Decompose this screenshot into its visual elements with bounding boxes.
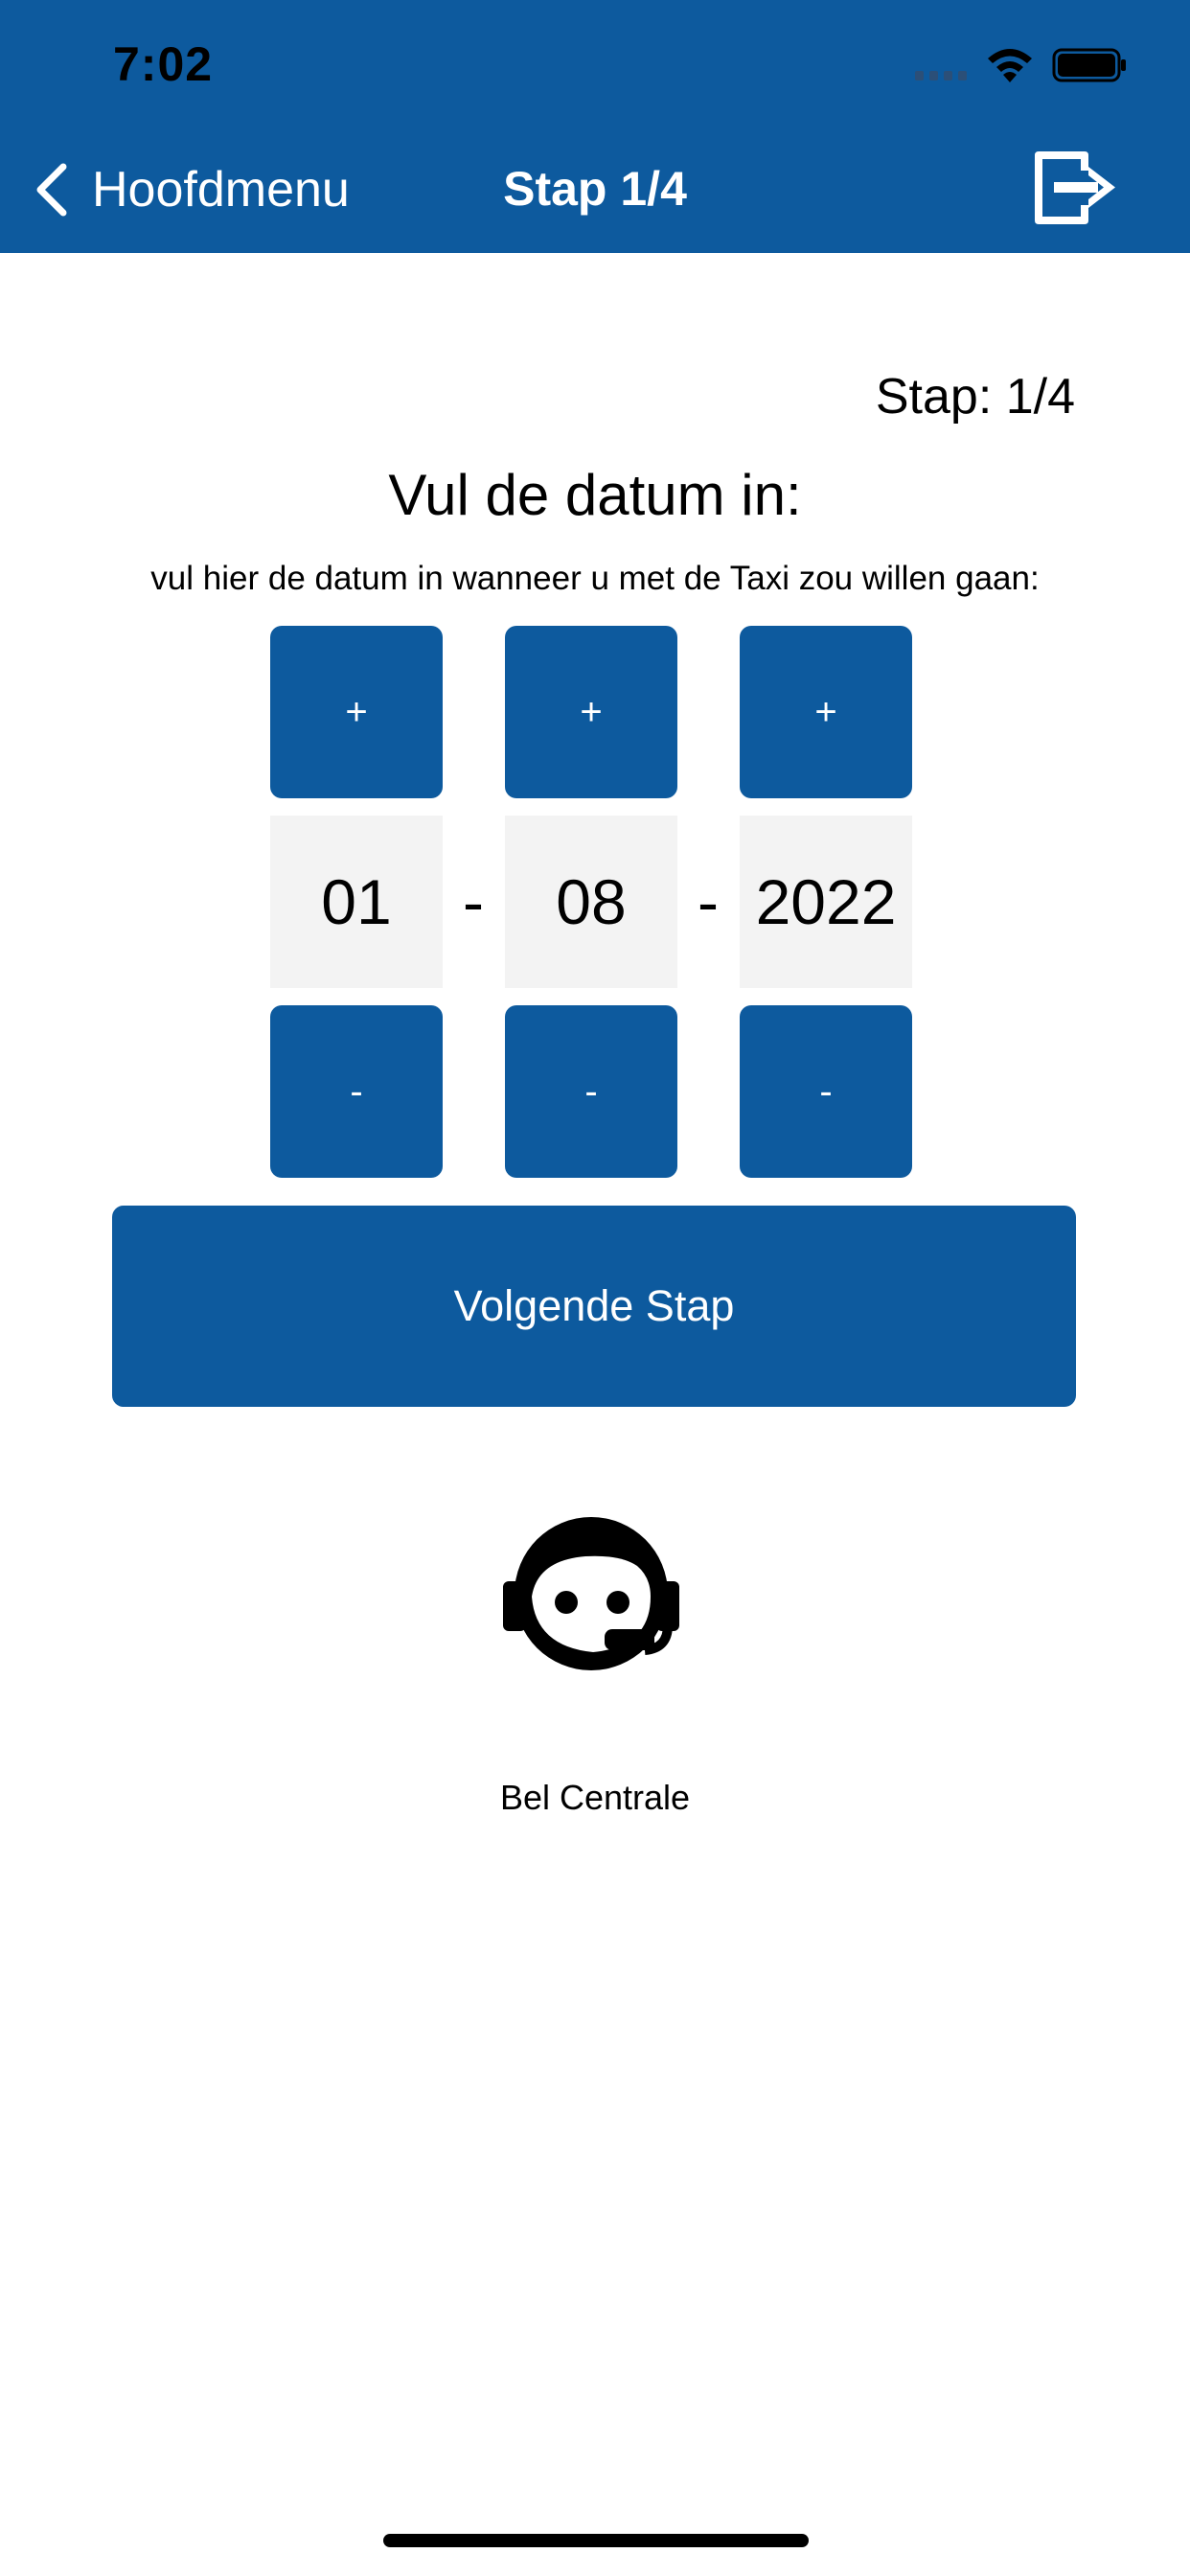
support-agent-icon[interactable] bbox=[493, 1503, 695, 1685]
wifi-icon bbox=[988, 49, 1032, 82]
year-decrement-button[interactable]: - bbox=[740, 1005, 912, 1178]
day-value: 01 bbox=[270, 816, 443, 988]
call-central-label[interactable]: Bel Centrale bbox=[0, 1778, 1190, 1818]
cellular-signal-icon bbox=[915, 69, 971, 80]
step-indicator: Stap: 1/4 bbox=[875, 369, 1075, 425]
app-header: 7:02 Hoofdmenu Stap 1/4 bbox=[0, 0, 1190, 253]
date-separator: - bbox=[463, 866, 484, 937]
screen: 7:02 Hoofdmenu Stap 1/4 Stap: 1/4 Vul de… bbox=[0, 0, 1190, 2576]
month-value: 08 bbox=[505, 816, 677, 988]
page-subtitle: vul hier de datum in wanneer u met de Ta… bbox=[150, 560, 1040, 597]
year-value: 2022 bbox=[740, 816, 912, 988]
status-time: 7:02 bbox=[113, 37, 214, 91]
day-increment-button[interactable]: + bbox=[270, 626, 443, 798]
month-decrement-button[interactable]: - bbox=[505, 1005, 677, 1178]
next-step-button[interactable]: Volgende Stap bbox=[112, 1206, 1076, 1407]
exit-icon[interactable] bbox=[1029, 144, 1121, 232]
day-decrement-button[interactable]: - bbox=[270, 1005, 443, 1178]
home-indicator[interactable] bbox=[383, 2534, 809, 2547]
nav-title: Stap 1/4 bbox=[503, 162, 687, 216]
date-separator: - bbox=[698, 866, 719, 937]
month-increment-button[interactable]: + bbox=[505, 626, 677, 798]
year-increment-button[interactable]: + bbox=[740, 626, 912, 798]
page-title: Vul de datum in: bbox=[388, 463, 802, 527]
battery-icon bbox=[1052, 48, 1126, 82]
